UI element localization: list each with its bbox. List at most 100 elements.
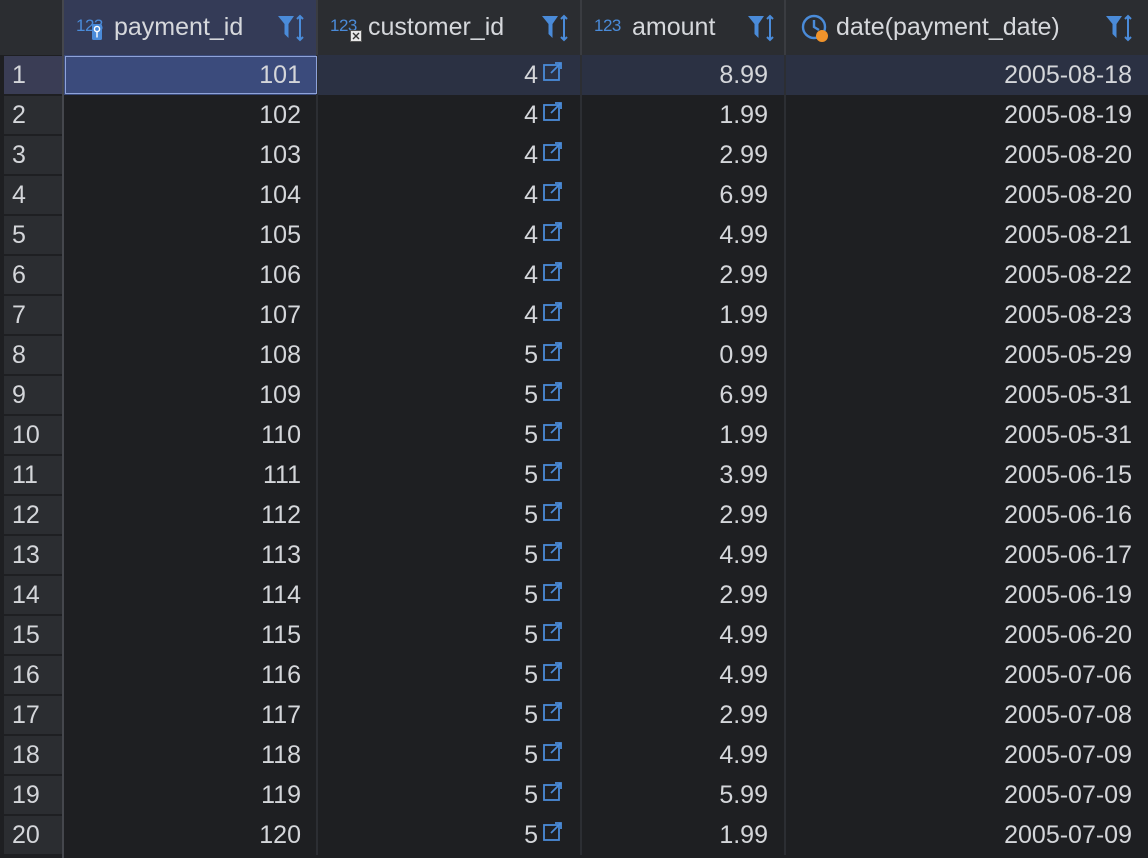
cell-customer-id[interactable]: 5	[318, 735, 582, 775]
table-row[interactable]: 101 4 8.99 2005-08-18	[64, 55, 1148, 95]
open-reference-icon[interactable]	[542, 454, 564, 494]
cell-payment-id[interactable]: 103	[64, 135, 318, 175]
cell-date[interactable]: 2005-08-19	[786, 95, 1148, 135]
cell-customer-id[interactable]: 4	[318, 55, 582, 95]
filter-icon[interactable]	[542, 16, 558, 38]
table-row[interactable]: 115 5 4.99 2005-06-20	[64, 615, 1148, 655]
cell-payment-id[interactable]: 109	[64, 375, 318, 415]
cell-customer-id[interactable]: 5	[318, 335, 582, 375]
open-reference-icon[interactable]	[542, 614, 564, 654]
cell-date[interactable]: 2005-07-09	[786, 815, 1148, 855]
cell-customer-id[interactable]: 4	[318, 255, 582, 295]
table-row[interactable]: 117 5 2.99 2005-07-08	[64, 695, 1148, 735]
cell-date[interactable]: 2005-08-20	[786, 135, 1148, 175]
cell-payment-id[interactable]: 117	[64, 695, 318, 735]
table-row[interactable]: 119 5 5.99 2005-07-09	[64, 775, 1148, 815]
row-number[interactable]: 15	[4, 616, 62, 654]
column-header-date-payment-date[interactable]: date(payment_date)	[786, 0, 1148, 55]
cell-amount[interactable]: 1.99	[582, 415, 786, 455]
open-reference-icon[interactable]	[542, 54, 564, 94]
cell-amount[interactable]: 1.99	[582, 95, 786, 135]
cell-date[interactable]: 2005-06-15	[786, 455, 1148, 495]
cell-amount[interactable]: 6.99	[582, 175, 786, 215]
cell-amount[interactable]: 6.99	[582, 375, 786, 415]
row-number[interactable]: 9	[4, 376, 62, 414]
cell-date[interactable]: 2005-05-31	[786, 415, 1148, 455]
cell-customer-id[interactable]: 5	[318, 815, 582, 855]
cell-date[interactable]: 2005-08-23	[786, 295, 1148, 335]
cell-amount[interactable]: 2.99	[582, 695, 786, 735]
cell-date[interactable]: 2005-06-20	[786, 615, 1148, 655]
sort-arrows-icon[interactable]	[296, 14, 304, 42]
cell-date[interactable]: 2005-08-21	[786, 215, 1148, 255]
cell-customer-id[interactable]: 5	[318, 455, 582, 495]
column-header-amount[interactable]: 123 amount	[582, 0, 786, 55]
cell-date[interactable]: 2005-05-31	[786, 375, 1148, 415]
cell-date[interactable]: 2005-06-16	[786, 495, 1148, 535]
cell-date[interactable]: 2005-08-18	[786, 55, 1148, 95]
row-number[interactable]: 4	[4, 176, 62, 214]
cell-payment-id[interactable]: 114	[64, 575, 318, 615]
row-number[interactable]: 8	[4, 336, 62, 374]
cell-amount[interactable]: 4.99	[582, 215, 786, 255]
cell-payment-id[interactable]: 104	[64, 175, 318, 215]
open-reference-icon[interactable]	[542, 374, 564, 414]
open-reference-icon[interactable]	[542, 654, 564, 694]
cell-date[interactable]: 2005-07-08	[786, 695, 1148, 735]
cell-amount[interactable]: 4.99	[582, 535, 786, 575]
cell-date[interactable]: 2005-08-22	[786, 255, 1148, 295]
filter-icon[interactable]	[1106, 16, 1122, 38]
cell-customer-id[interactable]: 4	[318, 295, 582, 335]
cell-payment-id[interactable]: 112	[64, 495, 318, 535]
cell-payment-id[interactable]: 106	[64, 255, 318, 295]
row-number[interactable]: 18	[4, 736, 62, 774]
sort-arrows-icon[interactable]	[1124, 14, 1132, 42]
cell-customer-id[interactable]: 5	[318, 695, 582, 735]
open-reference-icon[interactable]	[542, 334, 564, 374]
filter-icon[interactable]	[278, 16, 294, 38]
row-number[interactable]: 1	[4, 56, 62, 94]
open-reference-icon[interactable]	[542, 574, 564, 614]
cell-customer-id[interactable]: 5	[318, 415, 582, 455]
cell-customer-id[interactable]: 4	[318, 175, 582, 215]
open-reference-icon[interactable]	[542, 174, 564, 214]
cell-amount[interactable]: 4.99	[582, 615, 786, 655]
row-number[interactable]: 14	[4, 576, 62, 614]
row-number[interactable]: 6	[4, 256, 62, 294]
cell-customer-id[interactable]: 5	[318, 775, 582, 815]
row-number[interactable]: 17	[4, 696, 62, 734]
row-number[interactable]: 2	[4, 96, 62, 134]
table-row[interactable]: 108 5 0.99 2005-05-29	[64, 335, 1148, 375]
filter-icon[interactable]	[748, 16, 764, 38]
open-reference-icon[interactable]	[542, 734, 564, 774]
table-row[interactable]: 103 4 2.99 2005-08-20	[64, 135, 1148, 175]
cell-amount[interactable]: 1.99	[582, 295, 786, 335]
row-number[interactable]: 20	[4, 816, 62, 854]
cell-payment-id[interactable]: 116	[64, 655, 318, 695]
cell-payment-id[interactable]: 107	[64, 295, 318, 335]
cell-payment-id[interactable]: 113	[64, 535, 318, 575]
cell-amount[interactable]: 3.99	[582, 455, 786, 495]
cell-amount[interactable]: 0.99	[582, 335, 786, 375]
cell-customer-id[interactable]: 5	[318, 495, 582, 535]
cell-amount[interactable]: 2.99	[582, 135, 786, 175]
cell-payment-id[interactable]: 110	[64, 415, 318, 455]
row-number[interactable]: 5	[4, 216, 62, 254]
row-number[interactable]: 11	[4, 456, 62, 494]
cell-payment-id[interactable]: 101	[64, 55, 318, 95]
row-number[interactable]: 13	[4, 536, 62, 574]
cell-customer-id[interactable]: 5	[318, 615, 582, 655]
cell-date[interactable]: 2005-07-09	[786, 775, 1148, 815]
cell-payment-id[interactable]: 120	[64, 815, 318, 855]
table-row[interactable]: 116 5 4.99 2005-07-06	[64, 655, 1148, 695]
cell-amount[interactable]: 2.99	[582, 255, 786, 295]
cell-amount[interactable]: 4.99	[582, 655, 786, 695]
cell-payment-id[interactable]: 119	[64, 775, 318, 815]
cell-date[interactable]: 2005-06-17	[786, 535, 1148, 575]
cell-amount[interactable]: 5.99	[582, 775, 786, 815]
cell-date[interactable]: 2005-05-29	[786, 335, 1148, 375]
cell-payment-id[interactable]: 105	[64, 215, 318, 255]
row-number[interactable]: 12	[4, 496, 62, 534]
column-header-customer-id[interactable]: 123 customer_id	[318, 0, 582, 55]
cell-amount[interactable]: 2.99	[582, 495, 786, 535]
